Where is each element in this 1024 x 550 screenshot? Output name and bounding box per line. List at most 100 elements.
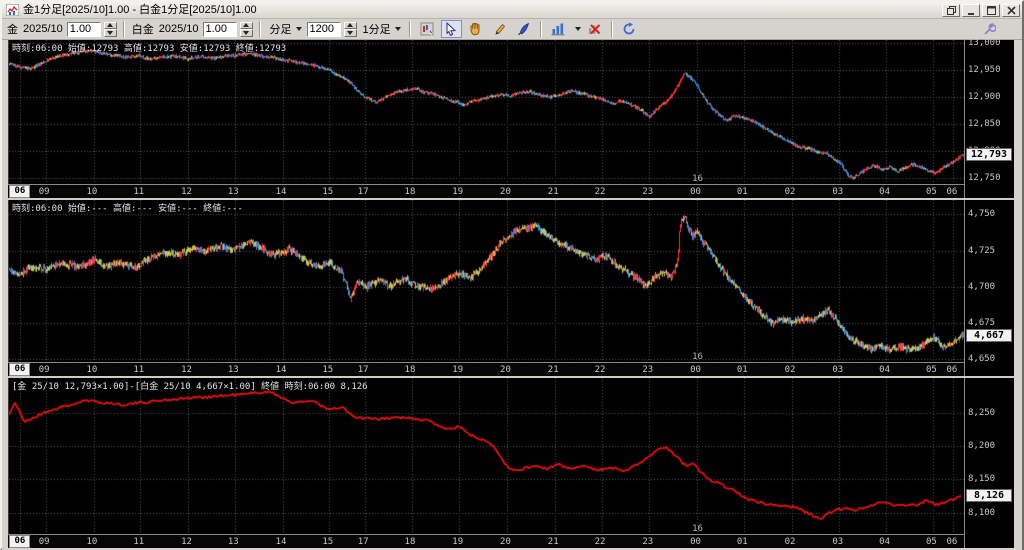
time-tick-label: 02: [785, 187, 796, 197]
spread-chart-canvas[interactable]: [9, 378, 964, 534]
bar-count-input[interactable]: [307, 22, 341, 37]
time-tick-label: 06: [946, 537, 957, 547]
platinum-symbol-label: 白金: [131, 21, 155, 37]
stepper-down-button[interactable]: [104, 29, 117, 37]
time-tick-label: 14: [276, 365, 287, 375]
price-tick-label: 8,200: [968, 441, 995, 451]
refresh-button[interactable]: [619, 20, 640, 38]
delete-chart-icon: [587, 22, 601, 36]
titlebar[interactable]: 金1分足[2025/10]1.00 - 白金1分足[2025/10]1.00: [2, 2, 1022, 19]
stepper-up-button[interactable]: [104, 22, 117, 30]
app-window: 金1分足[2025/10]1.00 - 白金1分足[2025/10]1.00: [0, 0, 1024, 550]
up-arrow-icon: [243, 23, 249, 27]
gold-plot-area[interactable]: 時刻:06:00 始値:12793 高値:12793 安値:12793 終値:1…: [8, 40, 964, 184]
platinum-chart-canvas[interactable]: [9, 200, 964, 362]
bar-chart-type-icon: [551, 22, 565, 36]
spread-plot-area[interactable]: [金 25/10 12,793×1.00]-[白金 25/10 4,667×1.…: [8, 378, 964, 534]
gold-last-price-box: 12,793: [966, 148, 1012, 161]
stepper-down-button[interactable]: [240, 29, 253, 37]
chart-tool-icon: [420, 22, 435, 37]
stepper-up-button[interactable]: [240, 22, 253, 30]
toolbar-separator: [540, 21, 542, 37]
cursor-select-button[interactable]: [441, 20, 462, 38]
time-tick-label: 03: [832, 537, 843, 547]
time-tick-label: 03: [832, 187, 843, 197]
price-tick-label: 8,250: [968, 408, 995, 418]
time-tick-label: 10: [87, 537, 98, 547]
minimize-button[interactable]: [962, 4, 980, 17]
platinum-plot-area[interactable]: 時刻:06:00 始値:--- 高値:--- 安値:--- 終値:--- 16: [8, 200, 964, 362]
up-arrow-icon: [347, 23, 353, 27]
spread-last-price-box: 8,126: [966, 489, 1012, 502]
time-tick-label: 01: [737, 365, 748, 375]
time-tick-label: 22: [595, 365, 606, 375]
platinum-multiplier-input[interactable]: [203, 22, 237, 37]
date-marker: 16: [692, 352, 703, 362]
time-tick-label: 01: [737, 187, 748, 197]
price-tick-label: 12,750: [968, 173, 1001, 183]
chart-tool-button[interactable]: [417, 20, 438, 38]
time-tick-label: 15: [322, 187, 333, 197]
time-tick-label: 20: [500, 365, 511, 375]
stepper-up-button[interactable]: [344, 22, 357, 30]
gold-multiplier-input[interactable]: [67, 22, 101, 37]
time-tick-label: 23: [642, 537, 653, 547]
settings-wrench-button[interactable]: [979, 20, 1000, 38]
refresh-icon: [622, 22, 636, 36]
time-tick-label: 05: [926, 537, 937, 547]
toolbar: 金 2025/10 白金 2025/10 分足 1分足: [2, 19, 1022, 40]
time-tick-label: 21: [548, 365, 559, 375]
close-button[interactable]: [1002, 4, 1020, 17]
up-arrow-icon: [107, 23, 113, 27]
time-tick-label: 04: [879, 187, 890, 197]
time-tick-label: 10: [87, 187, 98, 197]
interval-dropdown[interactable]: 1分足: [360, 21, 403, 38]
time-tick-label: 00: [690, 365, 701, 375]
gold-chart-canvas[interactable]: [9, 40, 964, 184]
bar-chart-type-button[interactable]: [548, 20, 569, 38]
maximize-button[interactable]: [982, 4, 1000, 17]
time-tick-label: 06: [946, 187, 957, 197]
date-marker: 16: [692, 174, 703, 184]
window-copy-icon: [947, 6, 956, 15]
time-tick-label: 19: [452, 187, 463, 197]
time-tick-label: 00: [690, 187, 701, 197]
bar-type-dropdown[interactable]: 分足: [267, 21, 304, 38]
gold-symbol-label: 金: [6, 21, 19, 37]
session-start-time-label: 06: [9, 363, 30, 376]
price-tick-label: 4,650: [968, 354, 995, 364]
delete-chart-button[interactable]: [584, 20, 605, 38]
time-tick-label: 11: [133, 365, 144, 375]
gold-multiplier-stepper: [104, 22, 117, 37]
time-tick-label: 22: [595, 187, 606, 197]
hand-pan-button[interactable]: [465, 20, 486, 38]
window-copy-button[interactable]: [942, 4, 960, 17]
time-tick-label: 04: [879, 537, 890, 547]
time-tick-label: 21: [548, 187, 559, 197]
time-tick-label: 20: [500, 537, 511, 547]
chevron-down-icon[interactable]: [575, 27, 581, 31]
time-tick-label: 06: [946, 365, 957, 375]
time-tick-label: 15: [322, 365, 333, 375]
pencil-draw-icon: [492, 22, 506, 36]
time-tick-label: 05: [926, 187, 937, 197]
pen-annotate-icon: [516, 22, 530, 36]
down-arrow-icon: [243, 31, 249, 35]
time-tick-label: 12: [181, 187, 192, 197]
price-tick-label: 4,700: [968, 282, 995, 292]
chevron-down-icon: [296, 27, 302, 31]
pen-annotate-button[interactable]: [513, 20, 534, 38]
time-tick-label: 01: [737, 537, 748, 547]
close-icon: [1007, 6, 1016, 15]
time-tick-label: 17: [358, 187, 369, 197]
time-tick-label: 18: [405, 537, 416, 547]
hand-pan-icon: [468, 22, 482, 36]
time-tick-label: 09: [39, 187, 50, 197]
time-tick-label: 14: [276, 537, 287, 547]
chart-panel-gold: 時刻:06:00 始値:12793 高値:12793 安値:12793 終値:1…: [8, 40, 1014, 198]
pencil-draw-button[interactable]: [489, 20, 510, 38]
time-tick-label: 20: [500, 187, 511, 197]
stepper-down-button[interactable]: [344, 29, 357, 37]
time-tick-label: 11: [133, 537, 144, 547]
time-tick-label: 11: [133, 187, 144, 197]
